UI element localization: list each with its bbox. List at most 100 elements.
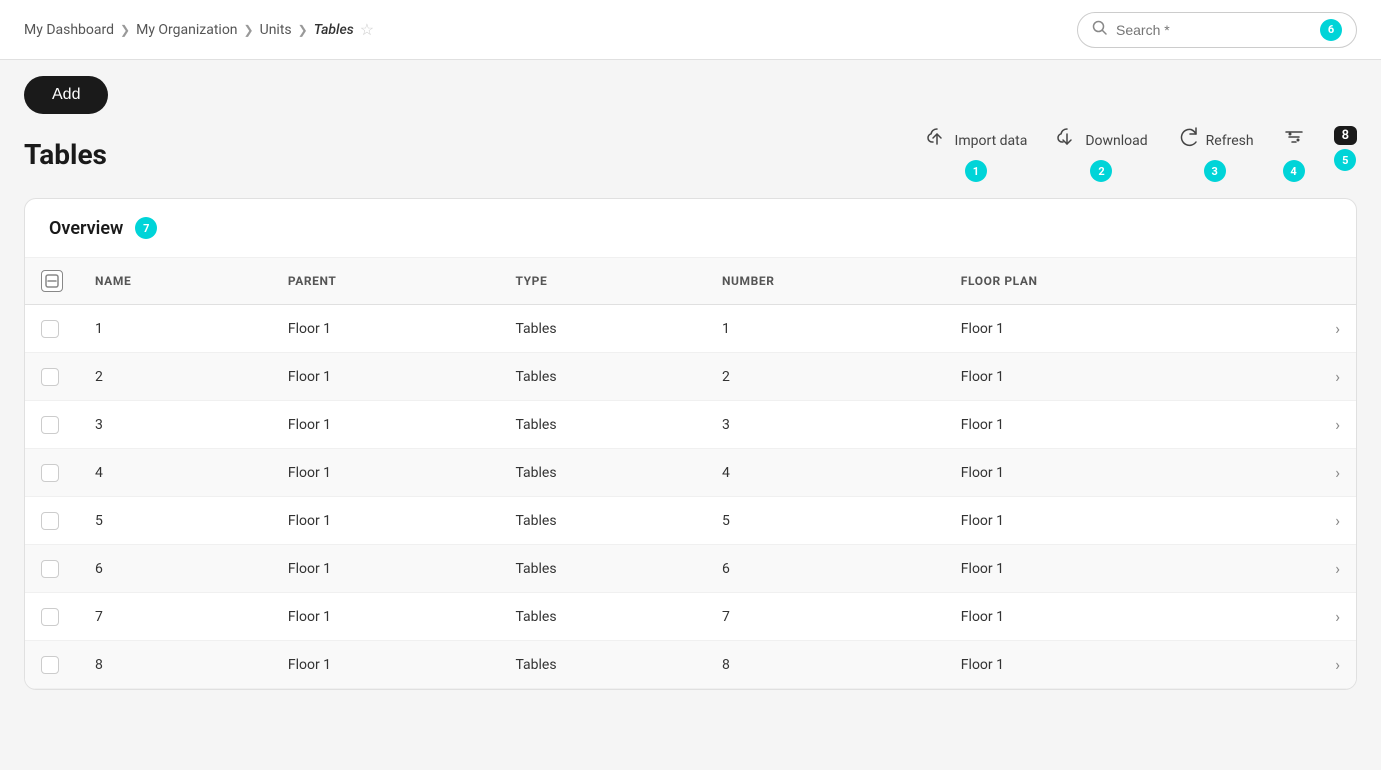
filter-action[interactable]: 4: [1282, 126, 1306, 182]
row-checkbox-cell: [25, 497, 79, 545]
add-button[interactable]: Add: [24, 76, 108, 114]
row-number: 2: [706, 353, 945, 401]
download-label: Download: [1085, 133, 1147, 149]
row-floor-plan: Floor 1: [945, 545, 1252, 593]
row-checkbox[interactable]: [41, 416, 59, 434]
search-box: 6: [1077, 12, 1357, 48]
row-checkbox-cell: [25, 449, 79, 497]
breadcrumb-sep-2: ❯: [244, 23, 254, 37]
row-chevron[interactable]: ›: [1252, 401, 1356, 449]
row-checkbox-cell: [25, 305, 79, 353]
row-type: Tables: [499, 353, 705, 401]
download-badge: 2: [1090, 160, 1112, 182]
toolbar: Import data 1 Download 2: [925, 126, 1357, 182]
select-all-header[interactable]: [25, 258, 79, 305]
refresh-badge: 3: [1204, 160, 1226, 182]
breadcrumb-tables: Tables: [314, 22, 354, 38]
table-row[interactable]: 5 Floor 1 Tables 5 Floor 1 ›: [25, 497, 1356, 545]
breadcrumb-sep-1: ❯: [120, 23, 130, 37]
search-badge: 6: [1320, 19, 1342, 41]
row-number: 3: [706, 401, 945, 449]
row-type: Tables: [499, 641, 705, 689]
row-checkbox-cell: [25, 593, 79, 641]
col-actions: [1252, 258, 1356, 305]
refresh-button[interactable]: Refresh: [1176, 126, 1254, 156]
row-type: Tables: [499, 545, 705, 593]
filter-icon: [1282, 126, 1306, 156]
row-chevron[interactable]: ›: [1252, 593, 1356, 641]
table-section: Overview 7 NAME PARENT TYP: [24, 198, 1357, 690]
count-action: 8 5: [1334, 126, 1357, 171]
row-checkbox-cell: [25, 641, 79, 689]
row-number: 4: [706, 449, 945, 497]
row-chevron[interactable]: ›: [1252, 353, 1356, 401]
row-chevron[interactable]: ›: [1252, 641, 1356, 689]
row-chevron[interactable]: ›: [1252, 305, 1356, 353]
row-floor-plan: Floor 1: [945, 305, 1252, 353]
row-parent: Floor 1: [272, 593, 500, 641]
breadcrumb-units[interactable]: Units: [260, 22, 292, 38]
table-row[interactable]: 3 Floor 1 Tables 3 Floor 1 ›: [25, 401, 1356, 449]
refresh-icon: [1176, 126, 1200, 156]
row-parent: Floor 1: [272, 641, 500, 689]
star-icon[interactable]: ☆: [360, 20, 374, 39]
row-checkbox[interactable]: [41, 464, 59, 482]
row-type: Tables: [499, 449, 705, 497]
row-parent: Floor 1: [272, 497, 500, 545]
refresh-action[interactable]: Refresh 3: [1176, 126, 1254, 182]
row-checkbox[interactable]: [41, 560, 59, 578]
section-title: Overview: [49, 218, 123, 239]
filter-badge: 4: [1283, 160, 1305, 182]
row-parent: Floor 1: [272, 545, 500, 593]
select-all-checkbox[interactable]: [41, 270, 63, 292]
row-floor-plan: Floor 1: [945, 593, 1252, 641]
units-table: NAME PARENT TYPE NUMBER FLOOR PLAN 1 Flo…: [25, 258, 1356, 689]
row-parent: Floor 1: [272, 449, 500, 497]
table-row[interactable]: 1 Floor 1 Tables 1 Floor 1 ›: [25, 305, 1356, 353]
download-action[interactable]: Download 2: [1055, 126, 1147, 182]
row-checkbox[interactable]: [41, 368, 59, 386]
row-number: 1: [706, 305, 945, 353]
page-header: Tables Import data 1: [24, 126, 1357, 198]
table-header-row: NAME PARENT TYPE NUMBER FLOOR PLAN: [25, 258, 1356, 305]
col-name: NAME: [79, 258, 272, 305]
col-type: TYPE: [499, 258, 705, 305]
search-input[interactable]: [1116, 22, 1312, 38]
row-chevron[interactable]: ›: [1252, 545, 1356, 593]
table-row[interactable]: 7 Floor 1 Tables 7 Floor 1 ›: [25, 593, 1356, 641]
row-checkbox[interactable]: [41, 512, 59, 530]
row-chevron[interactable]: ›: [1252, 449, 1356, 497]
filter-button[interactable]: [1282, 126, 1306, 156]
row-type: Tables: [499, 305, 705, 353]
row-name: 8: [79, 641, 272, 689]
breadcrumb-my-dashboard[interactable]: My Dashboard: [24, 22, 114, 38]
table-row[interactable]: 6 Floor 1 Tables 6 Floor 1 ›: [25, 545, 1356, 593]
add-title-row: Add: [24, 76, 1357, 114]
row-number: 5: [706, 497, 945, 545]
row-number: 8: [706, 641, 945, 689]
page-title: Tables: [24, 138, 107, 171]
col-number: NUMBER: [706, 258, 945, 305]
download-button[interactable]: Download: [1055, 126, 1147, 156]
row-chevron[interactable]: ›: [1252, 497, 1356, 545]
row-name: 4: [79, 449, 272, 497]
row-checkbox-cell: [25, 545, 79, 593]
row-checkbox[interactable]: [41, 656, 59, 674]
table-body: 1 Floor 1 Tables 1 Floor 1 › 2 Floor 1 T…: [25, 305, 1356, 689]
row-name: 3: [79, 401, 272, 449]
row-type: Tables: [499, 401, 705, 449]
row-type: Tables: [499, 497, 705, 545]
row-floor-plan: Floor 1: [945, 401, 1252, 449]
row-checkbox[interactable]: [41, 320, 59, 338]
row-floor-plan: Floor 1: [945, 497, 1252, 545]
table-row[interactable]: 8 Floor 1 Tables 8 Floor 1 ›: [25, 641, 1356, 689]
row-parent: Floor 1: [272, 401, 500, 449]
import-action[interactable]: Import data 1: [925, 126, 1028, 182]
top-bar: My Dashboard ❯ My Organization ❯ Units ❯…: [0, 0, 1381, 60]
import-button[interactable]: Import data: [925, 126, 1028, 156]
table-row[interactable]: 2 Floor 1 Tables 2 Floor 1 ›: [25, 353, 1356, 401]
row-name: 5: [79, 497, 272, 545]
breadcrumb-my-organization[interactable]: My Organization: [136, 22, 237, 38]
table-row[interactable]: 4 Floor 1 Tables 4 Floor 1 ›: [25, 449, 1356, 497]
row-checkbox[interactable]: [41, 608, 59, 626]
